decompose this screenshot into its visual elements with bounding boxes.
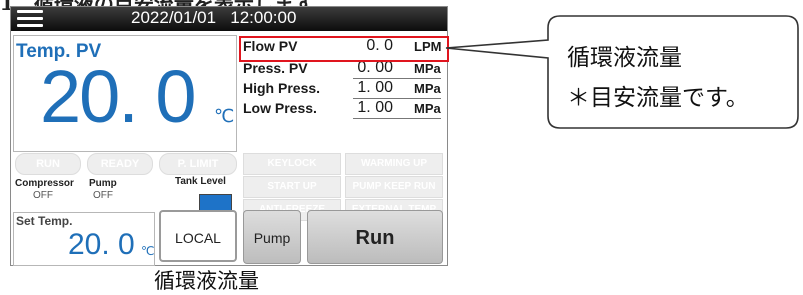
high-press-value: 1. 00	[357, 79, 393, 96]
pump-button[interactable]: Pump	[243, 210, 301, 264]
flag-pump-keep-run: PUMP KEEP RUN	[345, 176, 443, 198]
callout-note: ＊目安流量です。	[567, 85, 749, 111]
set-temp-panel[interactable]: Set Temp. 20. 0 ℃	[13, 212, 155, 266]
hamburger-menu-icon[interactable]	[17, 10, 43, 28]
callout-title: 循環液流量	[567, 45, 682, 71]
status-pill-run: RUN	[15, 153, 81, 175]
low-press-label: Low Press.	[243, 100, 317, 116]
flag-keylock: KEYLOCK	[243, 153, 341, 175]
high-press-row: High Press. 1. 00 MPa	[241, 79, 447, 99]
status-pill-p-limit: P. LIMIT	[159, 153, 237, 175]
title-bar: 2022/01/01 12:00:00	[11, 7, 447, 31]
press-pv-label: Press. PV	[243, 60, 308, 76]
set-temp-label: Set Temp.	[16, 214, 73, 228]
temp-pv-unit: ℃	[214, 106, 235, 127]
low-press-row: Low Press. 1. 00 MPa	[241, 99, 447, 119]
low-press-underline	[353, 118, 441, 119]
press-pv-row: Press. PV 0. 00 MPa	[241, 59, 447, 79]
status-pill-ready: READY	[87, 153, 153, 175]
flag-start-up: START UP	[243, 176, 341, 198]
flow-pv-highlight-box	[239, 36, 449, 62]
low-press-value: 1. 00	[357, 99, 393, 116]
high-press-unit: MPa	[414, 81, 441, 96]
pump-label: Pump	[89, 178, 117, 189]
pump-state: OFF	[93, 190, 113, 201]
device-screen: 2022/01/01 12:00:00 Temp. PV 20. 0 ℃ Flo…	[10, 6, 449, 266]
callout-balloon	[445, 15, 799, 129]
set-temp-unit: ℃	[141, 244, 155, 258]
set-temp-value: 20. 0	[68, 228, 135, 261]
local-button[interactable]: LOCAL	[159, 210, 237, 262]
flag-warming-up: WARMING UP	[345, 153, 443, 175]
compressor-label: Compressor	[15, 178, 74, 189]
temp-pv-value: 20. 0	[40, 55, 197, 138]
high-press-label: High Press.	[243, 80, 321, 96]
tank-level-label: Tank Level	[175, 176, 226, 187]
press-pv-unit: MPa	[414, 61, 441, 76]
low-press-unit: MPa	[414, 101, 441, 116]
run-button[interactable]: Run	[307, 210, 443, 264]
compressor-state: OFF	[33, 190, 53, 201]
bottom-caption: 循環液流量	[154, 269, 259, 293]
temperature-pv-panel: Temp. PV 20. 0 ℃	[13, 35, 237, 152]
datetime-display: 2022/01/01 12:00:00	[131, 8, 297, 27]
